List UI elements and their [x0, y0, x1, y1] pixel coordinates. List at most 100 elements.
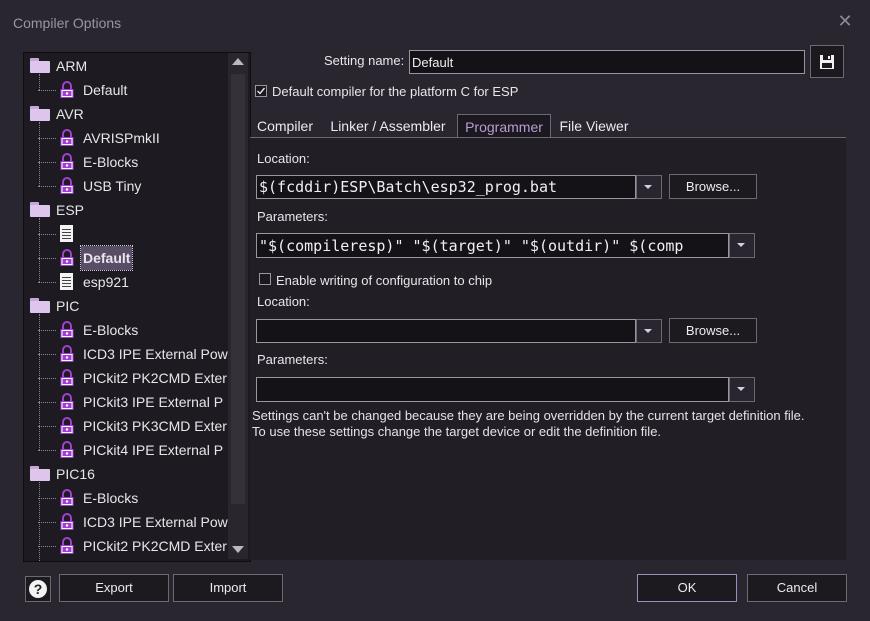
- tree-folder-item[interactable]: ARM: [24, 54, 229, 78]
- lock-icon: [59, 441, 75, 459]
- tab-programmer[interactable]: Programmer: [457, 114, 551, 138]
- tree-item-label: USB Tiny: [83, 178, 142, 194]
- document-icon: [60, 273, 73, 290]
- lock-icon: [59, 177, 75, 195]
- tree-item-label: esp921: [83, 274, 129, 290]
- folder-icon: [30, 466, 50, 481]
- tree-item-label: ICD3 IPE External Pow: [83, 346, 228, 362]
- scroll-down-icon[interactable]: [232, 546, 244, 553]
- config-browse-button[interactable]: Browse...: [669, 318, 757, 343]
- tree-leaf-item[interactable]: ICD3 IPE External Pow: [24, 510, 229, 534]
- tree-guide: [38, 354, 56, 355]
- tree-item-label: Default: [83, 82, 128, 98]
- config-parameters-dropdown[interactable]: [729, 377, 755, 402]
- setting-name-input[interactable]: [409, 50, 805, 74]
- tree-leaf-item[interactable]: E-Blocks: [24, 150, 229, 174]
- chevron-down-icon: [644, 329, 652, 333]
- lock-icon: [59, 393, 75, 411]
- import-button[interactable]: Import: [173, 574, 283, 602]
- chevron-down-icon: [737, 387, 745, 391]
- tree-folder-item[interactable]: AVR: [24, 102, 229, 126]
- tree-item-label: Default: [79, 245, 134, 271]
- tree-item-label: E-Blocks: [83, 154, 139, 170]
- folder-icon: [30, 202, 50, 217]
- tree-guide: [38, 498, 56, 499]
- tree-guide: [38, 522, 56, 523]
- tree-guide: [38, 138, 56, 139]
- parameters-dropdown[interactable]: [729, 233, 755, 258]
- tree-leaf-item[interactable]: [24, 222, 229, 246]
- tree-leaf-item[interactable]: AVRISPmkII: [24, 126, 229, 150]
- tree-guide: [39, 314, 40, 450]
- lock-icon: [59, 537, 75, 555]
- tree-folder-item[interactable]: PIC: [24, 294, 229, 318]
- tree-guide: [38, 234, 56, 235]
- lock-icon: [59, 417, 75, 435]
- help-button[interactable]: ?: [25, 576, 51, 602]
- tree-guide: [38, 186, 56, 187]
- tree-guide: [39, 74, 40, 90]
- location-input[interactable]: [256, 175, 636, 199]
- ok-button[interactable]: OK: [637, 574, 737, 602]
- tree-leaf-item[interactable]: E-Blocks: [24, 318, 229, 342]
- lock-icon: [59, 345, 75, 363]
- tree-guide: [39, 122, 40, 186]
- tree-guide: [38, 546, 56, 547]
- title-bar: [0, 0, 870, 42]
- tree-leaf-item[interactable]: esp921: [24, 270, 229, 294]
- config-location-input[interactable]: [256, 319, 636, 343]
- tree-leaf-item[interactable]: Default: [24, 78, 229, 102]
- export-button[interactable]: Export: [59, 574, 169, 602]
- tree-leaf-item[interactable]: Default: [24, 245, 229, 271]
- config-checkbox-label: Enable writing of configuration to chip: [276, 273, 493, 288]
- tree-guide: [38, 90, 56, 91]
- config-checkbox[interactable]: [259, 273, 271, 285]
- scrollbar-thumb[interactable]: [231, 74, 245, 504]
- document-icon: [60, 225, 73, 242]
- lock-icon: [59, 321, 75, 339]
- parameters-input[interactable]: [256, 233, 729, 258]
- tree-item-label: E-Blocks: [83, 322, 139, 338]
- tab-file-viewer[interactable]: File Viewer: [555, 114, 633, 138]
- tree-item-label: PICkit3 PK3CMD Exter: [83, 418, 227, 434]
- lock-icon: [59, 129, 75, 147]
- tree-leaf-item[interactable]: ICD3 IPE External Pow: [24, 342, 229, 366]
- scroll-up-icon[interactable]: [232, 58, 244, 65]
- tree-leaf-item[interactable]: USB Tiny: [24, 174, 229, 198]
- close-icon[interactable]: ✕: [836, 12, 854, 30]
- browse-button[interactable]: Browse...: [669, 174, 757, 199]
- location-dropdown[interactable]: [636, 175, 662, 199]
- tree-guide: [39, 482, 40, 561]
- tab-compiler[interactable]: Compiler: [252, 114, 318, 138]
- tree-leaf-item[interactable]: PICkit3 IPE External P: [24, 390, 229, 414]
- tab-linker-assembler[interactable]: Linker / Assembler: [322, 114, 454, 138]
- tree-leaf-item[interactable]: E-Blocks: [24, 486, 229, 510]
- tree-guide: [38, 402, 56, 403]
- tree-folder-item[interactable]: ESP: [24, 198, 229, 222]
- compiler-tree[interactable]: ARM Default AVR AVRISPmkII E-Blocks USB Tiny E…: [23, 52, 251, 562]
- folder-icon: [30, 106, 50, 121]
- setting-name-label: Setting name:: [324, 53, 405, 68]
- tree-leaf-item[interactable]: PICkit4 IPE External P: [24, 438, 229, 462]
- cancel-button[interactable]: Cancel: [747, 574, 847, 602]
- config-parameters-label: Parameters:: [257, 352, 328, 367]
- config-parameters-input[interactable]: [256, 377, 729, 402]
- lock-icon: [59, 369, 75, 387]
- tree-leaf-item[interactable]: PICkit3 PK3CMD Exter: [24, 414, 229, 438]
- tree-item-label: PIC16: [56, 466, 95, 482]
- default-compiler-label: Default compiler for the platform C for …: [272, 84, 519, 99]
- tree-leaf-item[interactable]: PICkit2 PK2CMD Exter: [24, 534, 229, 558]
- tree-leaf-item[interactable]: PICkit2 PK2CMD Exter: [24, 366, 229, 390]
- tree-item-label: ICD3 IPE External Pow: [83, 514, 228, 530]
- chevron-down-icon: [644, 185, 652, 189]
- tree-guide: [38, 450, 56, 451]
- save-button[interactable]: [810, 45, 844, 78]
- default-compiler-checkbox[interactable]: [255, 85, 267, 97]
- tree-folder-item[interactable]: PIC16: [24, 462, 229, 486]
- lock-icon: [59, 249, 75, 267]
- tree-item-label: PICkit2 PK2CMD Exter: [83, 538, 227, 554]
- chevron-down-icon: [737, 243, 745, 247]
- tree-item-label: PICkit4 IPE External P: [83, 442, 224, 458]
- tree-guide: [38, 258, 56, 259]
- config-location-dropdown[interactable]: [636, 319, 662, 343]
